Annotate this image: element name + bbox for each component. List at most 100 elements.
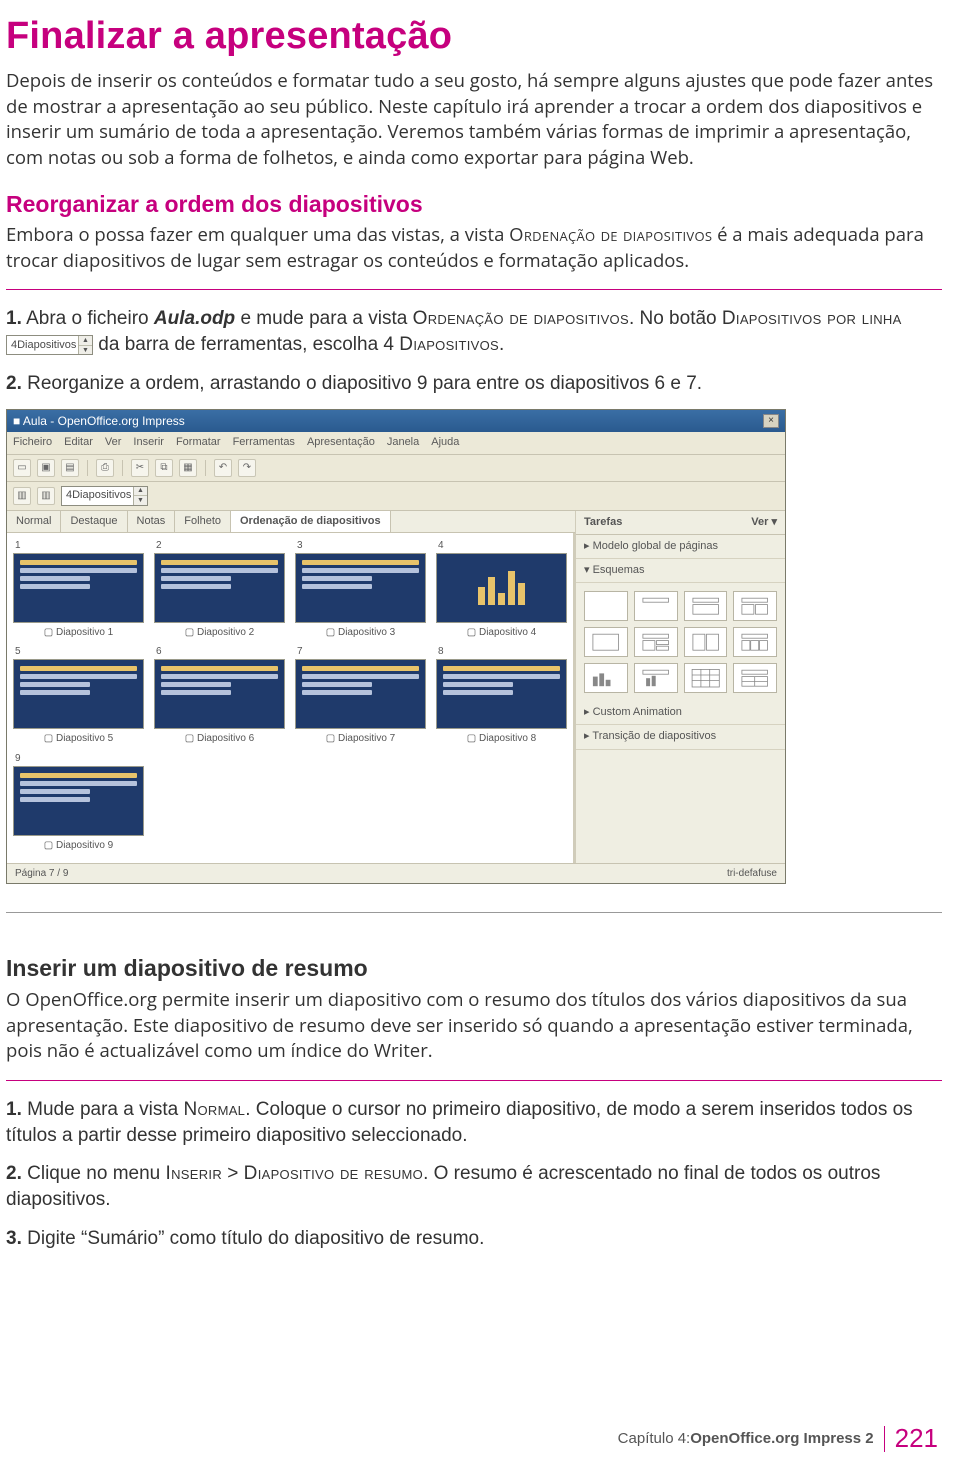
s1-a: Embora o possa fazer em qualquer uma das…	[6, 222, 509, 247]
step-b3-text: Digite “Sumário” como título do diaposit…	[22, 1228, 485, 1249]
step-1-view: Ordenação de diapositivos	[413, 308, 629, 329]
menu-formatar[interactable]: Formatar	[176, 435, 221, 450]
tab-notas[interactable]: Notas	[128, 511, 176, 532]
slide-sorter-pane[interactable]: 1▢ Diapositivo 12▢ Diapositivo 23▢ Diapo…	[7, 533, 575, 863]
tab-normal[interactable]: Normal	[7, 511, 61, 532]
open-icon[interactable]: ▣	[37, 459, 55, 477]
slide-icon[interactable]: ▥	[37, 487, 55, 505]
rule-1	[6, 289, 942, 290]
sect-custom-animation[interactable]: ▸ Custom Animation	[576, 701, 785, 725]
sect-master-pages[interactable]: ▸ Modelo global de páginas	[576, 535, 785, 559]
spinner-arrows[interactable]: ▲▼	[79, 336, 92, 354]
menu-janela[interactable]: Janela	[387, 435, 419, 450]
spinner-value: 4Diapositivos	[7, 336, 79, 354]
sect-layouts-header[interactable]: ▾ Esquemas	[576, 559, 785, 583]
chevron-down-icon[interactable]: ▼	[79, 346, 92, 355]
spinner-arrows[interactable]: ▲▼	[134, 487, 147, 505]
layout-option[interactable]	[733, 591, 777, 621]
status-page: Página 7 / 9	[15, 867, 68, 881]
menu-ver[interactable]: Ver	[105, 435, 122, 450]
redo-icon[interactable]: ↷	[238, 459, 256, 477]
layout-option[interactable]	[584, 591, 628, 621]
slide-thumbnail[interactable]	[13, 659, 144, 729]
slide-number: 8	[438, 645, 444, 659]
step-b2-a: Clique no menu	[22, 1163, 166, 1184]
footer-book: OpenOffice.org Impress 2	[690, 1429, 873, 1450]
slide-thumbnail[interactable]	[13, 766, 144, 836]
taskpane-header: Tarefas Ver ▾	[576, 511, 785, 535]
step-b1: 1. Mude para a vista Normal. Coloque o c…	[6, 1097, 942, 1149]
slide-thumbnail[interactable]	[295, 659, 426, 729]
new-icon[interactable]: ▭	[13, 459, 31, 477]
slide-number: 5	[15, 645, 21, 659]
menu-editar[interactable]: Editar	[64, 435, 93, 450]
slide-caption: ▢ Diapositivo 5	[44, 732, 113, 746]
layout-option[interactable]	[634, 591, 678, 621]
step-b2-num: 2.	[6, 1163, 22, 1184]
layout-option[interactable]	[634, 627, 678, 657]
layouts-grid	[576, 583, 785, 701]
spinner-value: 4Diapositivos	[62, 487, 134, 505]
spinner-diapositivos-por-linha[interactable]: 4Diapositivos ▲▼	[6, 335, 93, 355]
layout-option[interactable]	[733, 663, 777, 693]
step-b2-gt: >	[222, 1163, 244, 1184]
menubar[interactable]: Ficheiro Editar Ver Inserir Formatar Fer…	[7, 432, 785, 454]
sect-transition[interactable]: ▸ Transição de diapositivos	[576, 725, 785, 749]
undo-icon[interactable]: ↶	[214, 459, 232, 477]
tab-folheto[interactable]: Folheto	[175, 511, 231, 532]
section1-body: Embora o possa fazer em qualquer uma das…	[6, 222, 942, 273]
separator-icon	[205, 460, 206, 476]
tab-ordenacao[interactable]: Ordenação de diapositivos	[231, 511, 391, 532]
layout-option[interactable]	[684, 591, 728, 621]
taskpane-view-menu[interactable]: Ver ▾	[751, 515, 777, 530]
rule-2	[6, 1080, 942, 1081]
statusbar: Página 7 / 9 tri-defafuse	[7, 863, 785, 884]
slide-cell[interactable]: 1▢ Diapositivo 1	[13, 539, 144, 640]
slide-cell[interactable]: 4▢ Diapositivo 4	[436, 539, 567, 640]
step-b2-m1: Inserir	[166, 1163, 223, 1184]
slide-thumbnail[interactable]	[154, 659, 285, 729]
save-icon[interactable]: ▤	[61, 459, 79, 477]
step-1-b: e mude para a vista	[235, 308, 412, 329]
chevron-up-icon[interactable]: ▲	[79, 336, 92, 346]
menu-apresentacao[interactable]: Apresentação	[307, 435, 375, 450]
step-b3-num: 3.	[6, 1228, 22, 1249]
menu-ficheiro[interactable]: Ficheiro	[13, 435, 52, 450]
chevron-down-icon[interactable]: ▼	[134, 496, 147, 505]
slide-thumbnail[interactable]	[13, 553, 144, 623]
slide-thumbnail[interactable]	[436, 553, 567, 623]
slide-caption: ▢ Diapositivo 7	[326, 732, 395, 746]
close-icon[interactable]: ×	[763, 414, 779, 428]
slide-cell[interactable]: 5 ▢ Diapositivo 5	[13, 645, 144, 746]
layout-option[interactable]	[684, 627, 728, 657]
layout-option[interactable]	[584, 627, 628, 657]
slide-cell[interactable]: 9▢ Diapositivo 9	[13, 752, 144, 853]
slide-cell[interactable]: 3▢ Diapositivo 3	[295, 539, 426, 640]
step-1-num: 1.	[6, 308, 22, 329]
footer-divider	[884, 1426, 885, 1452]
layout-option[interactable]	[684, 663, 728, 693]
chevron-up-icon[interactable]: ▲	[134, 487, 147, 497]
slide-cell[interactable]: 7▢ Diapositivo 7	[295, 645, 426, 746]
slide-caption: ▢ Diapositivo 1	[44, 626, 113, 640]
slide-cell[interactable]: 2▢ Diapositivo 2	[154, 539, 285, 640]
toolbar-spinner[interactable]: 4Diapositivos ▲▼	[61, 486, 148, 506]
slide-cell[interactable]: 6▢ Diapositivo 6	[154, 645, 285, 746]
slide-thumbnail[interactable]	[436, 659, 567, 729]
layout-option[interactable]	[584, 663, 628, 693]
menu-inserir[interactable]: Inserir	[133, 435, 164, 450]
slide-thumbnail[interactable]	[154, 553, 285, 623]
cut-icon[interactable]: ✂	[131, 459, 149, 477]
slide-cell[interactable]: 8▢ Diapositivo 8	[436, 645, 567, 746]
menu-ajuda[interactable]: Ajuda	[431, 435, 459, 450]
copy-icon[interactable]: ⧉	[155, 459, 173, 477]
menu-ferramentas[interactable]: Ferramentas	[233, 435, 295, 450]
print-icon[interactable]: ⎙	[96, 459, 114, 477]
slide-icon[interactable]: ▥	[13, 487, 31, 505]
layout-option[interactable]	[634, 663, 678, 693]
slide-thumbnail[interactable]	[295, 553, 426, 623]
step-1-f: .	[499, 334, 504, 355]
paste-icon[interactable]: ▦	[179, 459, 197, 477]
layout-option[interactable]	[733, 627, 777, 657]
tab-destaque[interactable]: Destaque	[61, 511, 127, 532]
